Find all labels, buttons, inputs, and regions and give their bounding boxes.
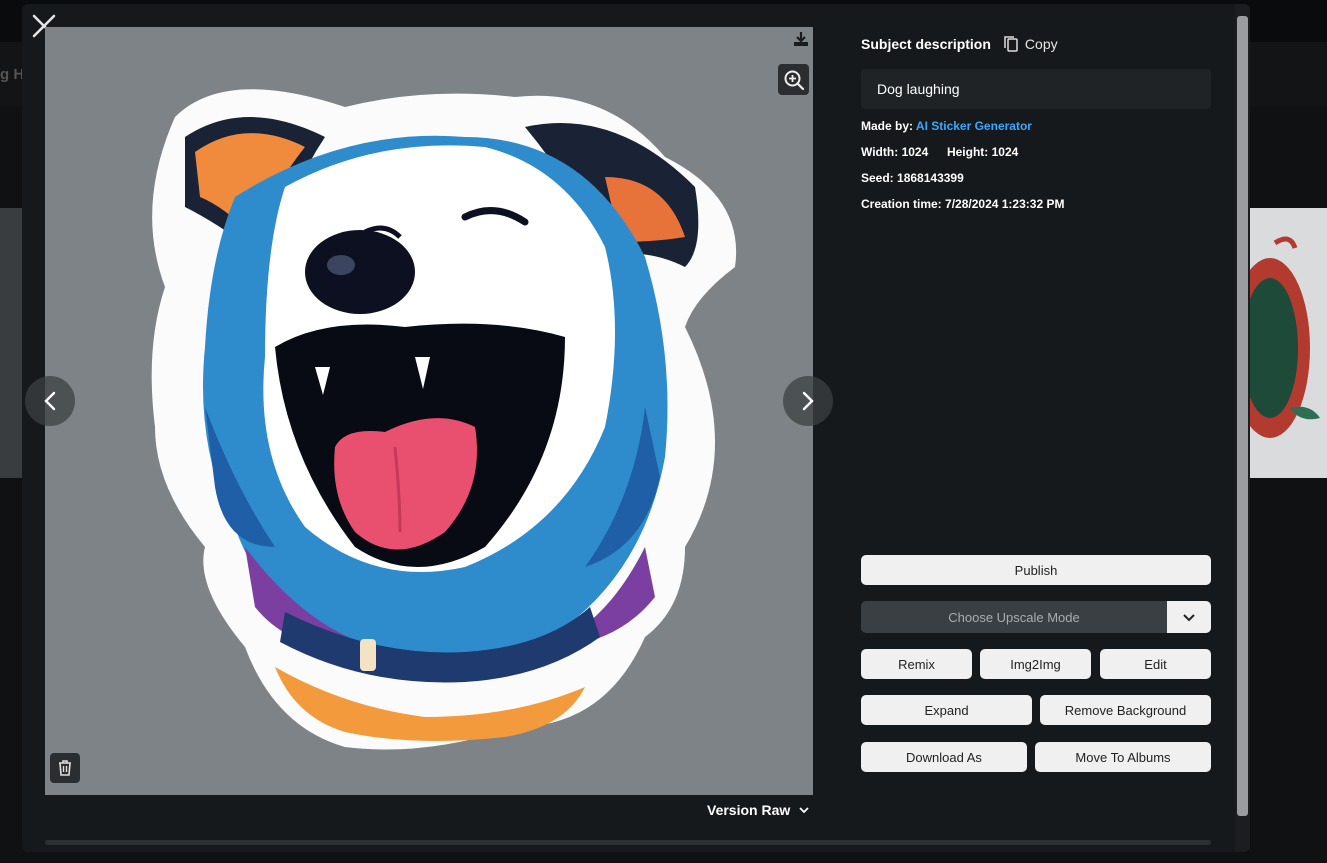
creation-label: Creation time:	[861, 197, 942, 211]
upscale-mode-select[interactable]: Choose Upscale Mode	[861, 601, 1167, 633]
chevron-down-icon	[799, 807, 809, 814]
remix-button[interactable]: Remix	[861, 649, 972, 679]
download-icon[interactable]	[792, 30, 810, 48]
height-value: 1024	[991, 145, 1019, 159]
made-by-label: Made by:	[861, 119, 914, 133]
version-label: Version Raw	[707, 802, 791, 818]
previous-image-button[interactable]	[25, 376, 75, 426]
edit-button[interactable]: Edit	[1100, 649, 1211, 679]
publish-button[interactable]: Publish	[861, 555, 1211, 585]
vertical-scrollbar-thumb[interactable]	[1237, 16, 1248, 816]
subject-title: Subject description	[861, 36, 991, 52]
generated-image	[45, 27, 813, 795]
expand-button[interactable]: Expand	[861, 695, 1032, 725]
copy-icon[interactable]	[1003, 35, 1019, 53]
chevron-left-icon[interactable]	[43, 390, 57, 412]
chevron-down-icon[interactable]	[1182, 613, 1196, 622]
download-as-button[interactable]: Download As	[861, 742, 1027, 772]
seed-value: 1868143399	[897, 171, 964, 185]
move-to-albums-button[interactable]: Move To Albums	[1035, 742, 1211, 772]
width-label: Width:	[861, 145, 899, 159]
remove-background-button[interactable]: Remove Background	[1040, 695, 1211, 725]
dimensions-row: Width: 1024 Height: 1024	[861, 145, 1018, 159]
copy-button[interactable]: Copy	[1003, 35, 1058, 53]
subject-header: Subject description Copy	[861, 34, 1058, 54]
version-selector[interactable]: Version Raw	[707, 802, 810, 818]
seed-row: Seed: 1868143399	[861, 171, 964, 185]
seed-label: Seed:	[861, 171, 894, 185]
made-by-row: Made by: AI Sticker Generator	[861, 119, 1032, 133]
creation-time-row: Creation time: 7/28/2024 1:23:32 PM	[861, 197, 1064, 211]
width-value: 1024	[901, 145, 929, 159]
chevron-right-icon[interactable]	[801, 390, 815, 412]
creation-value: 7/28/2024 1:23:32 PM	[945, 197, 1065, 211]
height-label: Height:	[946, 145, 989, 159]
delete-button[interactable]	[50, 753, 80, 783]
background-partial-text: g H	[0, 66, 25, 83]
next-image-button[interactable]	[783, 376, 833, 426]
made-by-link[interactable]: AI Sticker Generator	[916, 119, 1032, 133]
dog-sticker-illustration	[151, 89, 737, 750]
horizontal-scrollbar[interactable]	[45, 840, 1211, 845]
zoom-in-icon[interactable]	[783, 69, 805, 91]
img2img-button[interactable]: Img2Img	[980, 649, 1091, 679]
copy-label: Copy	[1024, 36, 1058, 52]
upscale-dropdown-toggle[interactable]	[1167, 601, 1211, 633]
trash-icon[interactable]	[57, 759, 73, 777]
background-thumbnail-right	[1250, 208, 1327, 478]
background-thumbnail-left	[0, 208, 22, 478]
subject-description-field: Dog laughing	[861, 69, 1211, 109]
zoom-in-button[interactable]	[778, 64, 809, 95]
